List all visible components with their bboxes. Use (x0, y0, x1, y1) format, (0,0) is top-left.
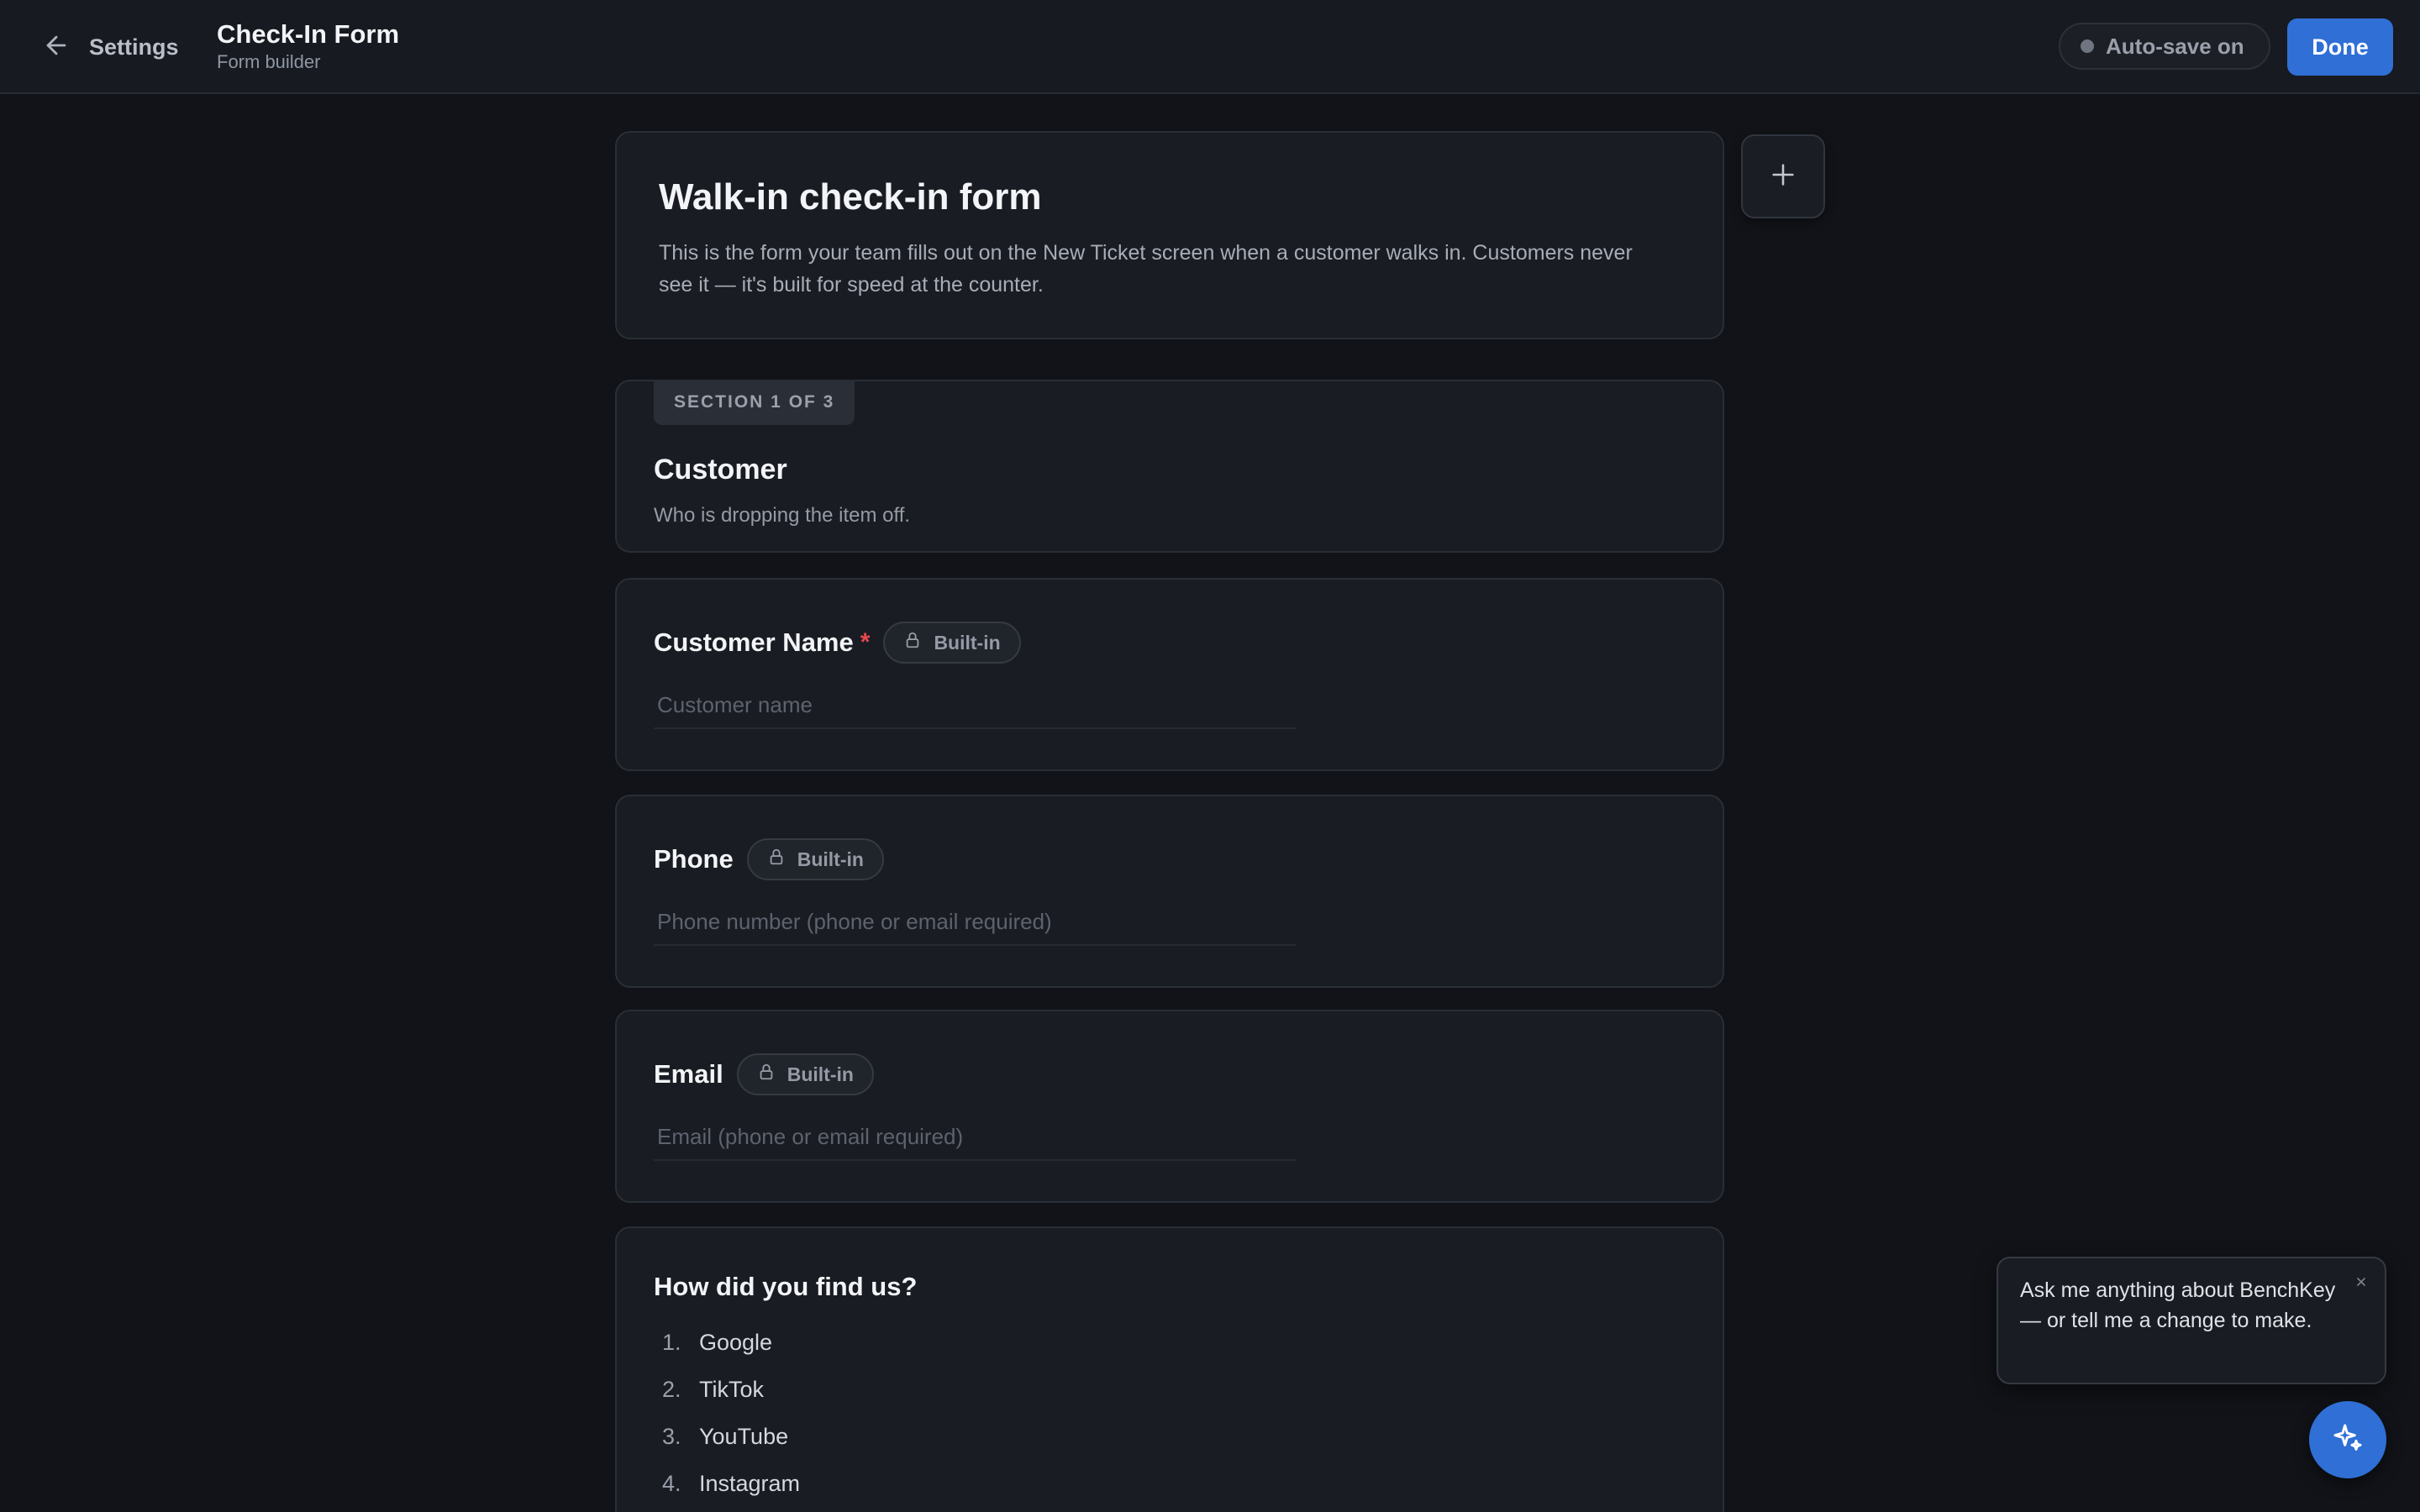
plus-icon (1769, 160, 1797, 193)
option-item[interactable]: 3. YouTube (662, 1413, 800, 1460)
option-label: TikTok (699, 1376, 765, 1402)
customer-name-input[interactable] (654, 682, 1296, 729)
field-label: Phone (654, 844, 734, 874)
lock-icon (903, 631, 922, 654)
question-title: How did you find us? (654, 1272, 918, 1301)
form-intro-card: Walk-in check-in form This is the form y… (615, 131, 1724, 339)
option-label: YouTube (699, 1423, 789, 1449)
autosave-label: Auto-save on (2106, 33, 2244, 59)
phone-input[interactable] (654, 899, 1296, 946)
arrow-left-icon (42, 31, 71, 64)
assistant-message: Ask me anything about BenchKey — or tell… (2020, 1278, 2336, 1332)
assistant-tooltip: Ask me anything about BenchKey — or tell… (1996, 1257, 2386, 1384)
sparkle-icon (2331, 1421, 2365, 1459)
lock-icon (767, 848, 786, 871)
option-label: Google (699, 1329, 773, 1355)
option-number: 3. (662, 1423, 681, 1449)
field-card-referral-source[interactable]: How did you find us? 1. Google 2. TikTok… (615, 1226, 1724, 1512)
builtin-badge: Built-in (746, 838, 884, 880)
field-card-phone[interactable]: Phone Built-in (615, 795, 1724, 988)
close-icon (2354, 1275, 2368, 1293)
option-item[interactable]: 1. Google (662, 1319, 800, 1366)
top-bar: Settings Check-In Form Form builder Auto… (0, 0, 2420, 94)
field-label: Email (654, 1059, 723, 1089)
section-title: Customer (654, 454, 787, 486)
section-badge: SECTION 1 OF 3 (654, 380, 855, 425)
page-title: Check-In Form (217, 19, 400, 49)
required-marker: * (860, 628, 871, 656)
builtin-label: Built-in (786, 1063, 854, 1085)
option-label: Instagram (699, 1470, 801, 1496)
option-number: 2. (662, 1376, 681, 1402)
assistant-button[interactable] (2309, 1401, 2386, 1478)
field-label-row: Email Built-in (654, 1052, 874, 1097)
page-subtitle: Form builder (217, 51, 321, 72)
builtin-label: Built-in (934, 631, 1001, 654)
field-label-row: Customer Name * Built-in (654, 620, 1021, 665)
option-item[interactable]: 4. Instagram (662, 1460, 800, 1507)
back-label: Settings (89, 34, 179, 60)
field-label-row: Phone Built-in (654, 837, 884, 882)
section-description: Who is dropping the item off. (654, 504, 911, 527)
form-title: Walk-in check-in form (659, 176, 1042, 218)
close-tooltip-button[interactable] (2351, 1273, 2371, 1294)
page-title-block: Check-In Form Form builder (217, 18, 399, 74)
status-dot (2081, 39, 2094, 53)
builtin-badge: Built-in (736, 1053, 874, 1095)
email-input[interactable] (654, 1114, 1296, 1161)
option-number: 4. (662, 1470, 681, 1496)
section-header-card[interactable]: SECTION 1 OF 3 Customer Who is dropping … (615, 380, 1724, 553)
form-description: This is the form your team fills out on … (659, 241, 1633, 297)
option-number: 1. (662, 1329, 681, 1355)
builtin-label: Built-in (797, 848, 864, 870)
back-to-settings-button[interactable]: Settings (42, 30, 179, 64)
option-item[interactable]: 2. TikTok (662, 1366, 800, 1413)
option-list: 1. Google 2. TikTok 3. YouTube 4. Instag… (662, 1319, 800, 1507)
autosave-indicator[interactable]: Auto-save on (2059, 23, 2270, 70)
lock-icon (757, 1063, 776, 1086)
field-label: Customer Name (654, 627, 854, 657)
builtin-badge: Built-in (883, 622, 1021, 664)
add-section-button[interactable] (1741, 134, 1825, 218)
done-button[interactable]: Done (2287, 18, 2393, 76)
field-card-email[interactable]: Email Built-in (615, 1010, 1724, 1203)
field-card-customer-name[interactable]: Customer Name * Built-in (615, 578, 1724, 771)
